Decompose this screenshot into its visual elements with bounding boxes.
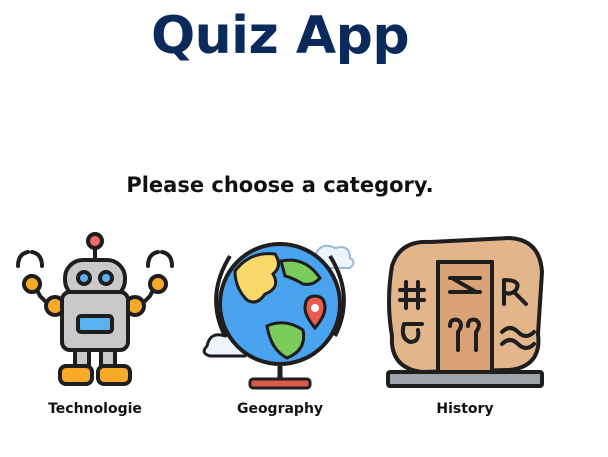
category-card-geography[interactable]: Geography	[185, 226, 375, 426]
category-label: Geography	[236, 401, 324, 417]
category-prompt: Please choose a category.	[126, 173, 434, 197]
robot-icon	[16, 232, 174, 386]
category-label: History	[436, 401, 494, 417]
category-label: Technologie	[48, 401, 142, 417]
category-card-history[interactable]: History	[370, 226, 560, 426]
category-card-technologie[interactable]: Technologie	[0, 226, 190, 426]
globe-icon	[202, 242, 355, 390]
page-title: Quiz App	[150, 6, 410, 66]
stone-tablet-icon	[386, 236, 544, 388]
